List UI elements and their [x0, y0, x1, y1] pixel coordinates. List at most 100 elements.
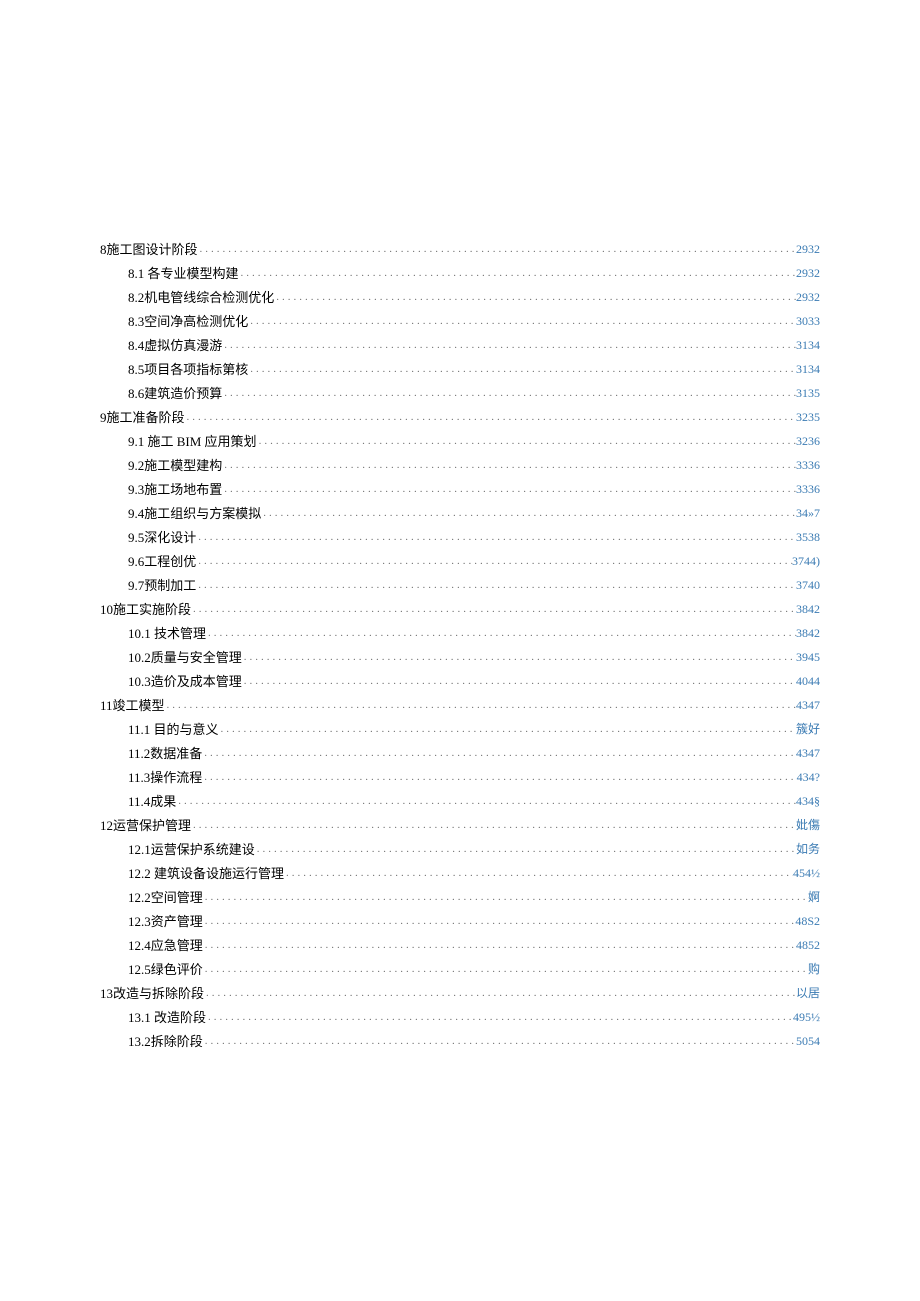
- toc-entry-title: 绿色评价: [151, 958, 203, 981]
- toc-page-number[interactable]: 3236: [796, 431, 820, 453]
- toc-entry-number: 8.2: [128, 286, 144, 309]
- toc-entry: 12.1 运营保护系统建设 如务: [128, 837, 820, 861]
- toc-entry-number: 12.1: [128, 838, 151, 861]
- toc-dots: [248, 317, 796, 333]
- toc-entry-title: 预制加工: [144, 574, 196, 597]
- toc-page-number[interactable]: 簇好: [796, 719, 820, 741]
- toc-entry-number: 10.2: [128, 646, 151, 669]
- toc-dots: [196, 533, 796, 549]
- toc-page-number[interactable]: 434§: [796, 791, 820, 813]
- toc-entry-number: 13.2: [128, 1030, 151, 1053]
- toc-page-number[interactable]: 2932: [796, 287, 820, 309]
- toc-page-number[interactable]: 以居: [796, 983, 820, 1005]
- toc-entry-number: 10.: [128, 622, 144, 645]
- toc-page-number[interactable]: 3538: [796, 527, 820, 549]
- toc-dots: [222, 341, 796, 357]
- toc-entry-title: 建筑造价预算: [144, 382, 222, 405]
- toc-page-number[interactable]: 34»7: [796, 503, 820, 525]
- toc-entry-number: 8.: [128, 262, 138, 285]
- toc-dots: [196, 581, 796, 597]
- toc-entry-number: 12.2: [128, 886, 151, 909]
- toc-entry-title: 施工场地布置: [144, 478, 222, 501]
- toc-page-number[interactable]: 3134: [796, 335, 820, 357]
- toc-dots: [206, 1013, 793, 1029]
- toc-entry-title: 质量与安全管理: [151, 646, 242, 669]
- toc-entry-title: 应急管理: [151, 934, 203, 957]
- toc-page-number[interactable]: 3336: [796, 479, 820, 501]
- toc-entry-number: 10: [100, 598, 113, 621]
- toc-dots: [176, 797, 796, 813]
- toc-page-number[interactable]: 4852: [796, 935, 820, 957]
- toc-entry-title: 施工模型建构: [144, 454, 222, 477]
- toc-entry-title: 施工实施阶段: [113, 598, 191, 621]
- toc-entry: 10.3 造价及成本管理 4044: [128, 669, 820, 693]
- toc-page-number[interactable]: 3740: [796, 575, 820, 597]
- toc-dots: [203, 917, 796, 933]
- toc-dots: [261, 509, 796, 525]
- toc-dots: [206, 629, 796, 645]
- toc-page-number[interactable]: 3336: [796, 455, 820, 477]
- toc-entry: 11. 1 目的与意义 簇好: [128, 717, 820, 741]
- toc-page-number[interactable]: 3842: [796, 599, 820, 621]
- toc-page-number[interactable]: 妣傷: [796, 815, 820, 837]
- toc-page-number[interactable]: 3033: [796, 311, 820, 333]
- toc-page-number[interactable]: 4347: [796, 743, 820, 765]
- toc-entry-title: 操作流程: [150, 766, 202, 789]
- toc-entry-number: 9.4: [128, 502, 144, 525]
- toc-page-number[interactable]: 3235: [796, 407, 820, 429]
- toc-dots: [222, 389, 796, 405]
- toc-page-number[interactable]: 3842: [796, 623, 820, 645]
- toc-dots: [222, 461, 796, 477]
- toc-entry: 11.4 成果 434§: [128, 789, 820, 813]
- toc-entry-title: 空间净高检测优化: [144, 310, 248, 333]
- toc-entry-title: 施工组织与方案模拟: [144, 502, 261, 525]
- toc-page-number[interactable]: 婀: [808, 887, 820, 909]
- toc-dots: [196, 557, 792, 573]
- toc-entry-number: 11.2: [128, 742, 150, 765]
- toc-dots: [255, 845, 796, 861]
- toc-dots: [219, 725, 796, 741]
- toc-page-number[interactable]: 2932: [796, 239, 820, 261]
- toc-entry: 8. 1 各专业模型构建 2932: [128, 261, 820, 285]
- toc-page-number[interactable]: 3135: [796, 383, 820, 405]
- toc-entry-title: 资产管理: [151, 910, 203, 933]
- toc-entry-number: 12.4: [128, 934, 151, 957]
- toc-entry-title: 1 目的与意义: [144, 718, 219, 741]
- toc-entry: 9.4 施工组织与方案模拟 34»7: [128, 501, 820, 525]
- toc-entry-title: 施工图设计阶段: [107, 238, 198, 261]
- toc-entry-number: 12.3: [128, 910, 151, 933]
- toc-page-number[interactable]: 434?: [797, 767, 820, 789]
- toc-entry-title: 空间管理: [151, 886, 203, 909]
- toc-entry-title: 工程创优: [144, 550, 196, 573]
- toc-dots: [191, 821, 796, 837]
- toc-entry-number: 11.: [128, 718, 144, 741]
- toc-page-number[interactable]: 4347: [796, 695, 820, 717]
- toc-entry-title: 1 各专业模型构建: [138, 262, 239, 285]
- toc-entry: 12.4 应急管理 4852: [128, 933, 820, 957]
- toc-page-number[interactable]: 3945: [796, 647, 820, 669]
- toc-entry: 8 施工图设计阶段 2932: [100, 237, 820, 261]
- toc-dots: [248, 365, 796, 381]
- toc-entry-title: 虚拟仿真漫游: [144, 334, 222, 357]
- toc-entry-title: 运营保护管理: [113, 814, 191, 837]
- toc-entry: 9.2 施工模型建构 3336: [128, 453, 820, 477]
- toc-page-number[interactable]: 454½: [793, 863, 820, 885]
- toc-page-number[interactable]: 如务: [796, 839, 820, 861]
- toc-entry: 9.3 施工场地布置 3336: [128, 477, 820, 501]
- toc-dots: [204, 989, 796, 1005]
- toc-dots: [203, 941, 796, 957]
- toc-page-number[interactable]: 2932: [796, 263, 820, 285]
- toc-page-number[interactable]: 495½: [793, 1007, 820, 1029]
- toc-page-number[interactable]: 3744): [792, 551, 820, 573]
- toc-page-number[interactable]: 3134: [796, 359, 820, 381]
- toc-page-number[interactable]: 5054: [796, 1031, 820, 1053]
- toc-page-number[interactable]: 4044: [796, 671, 820, 693]
- toc-page-number[interactable]: 48S2: [795, 911, 820, 933]
- toc-entry-number: 12.: [128, 862, 144, 885]
- toc-entry: 10 施工实施阶段 3842: [100, 597, 820, 621]
- toc-entry: 12. 2 建筑设备设施运行管理 454½: [128, 861, 820, 885]
- toc-entry-number: 11: [100, 694, 113, 717]
- toc-entry-number: 8.5: [128, 358, 144, 381]
- toc-entry-number: 13.: [128, 1006, 144, 1029]
- toc-page-number[interactable]: 购: [808, 959, 820, 981]
